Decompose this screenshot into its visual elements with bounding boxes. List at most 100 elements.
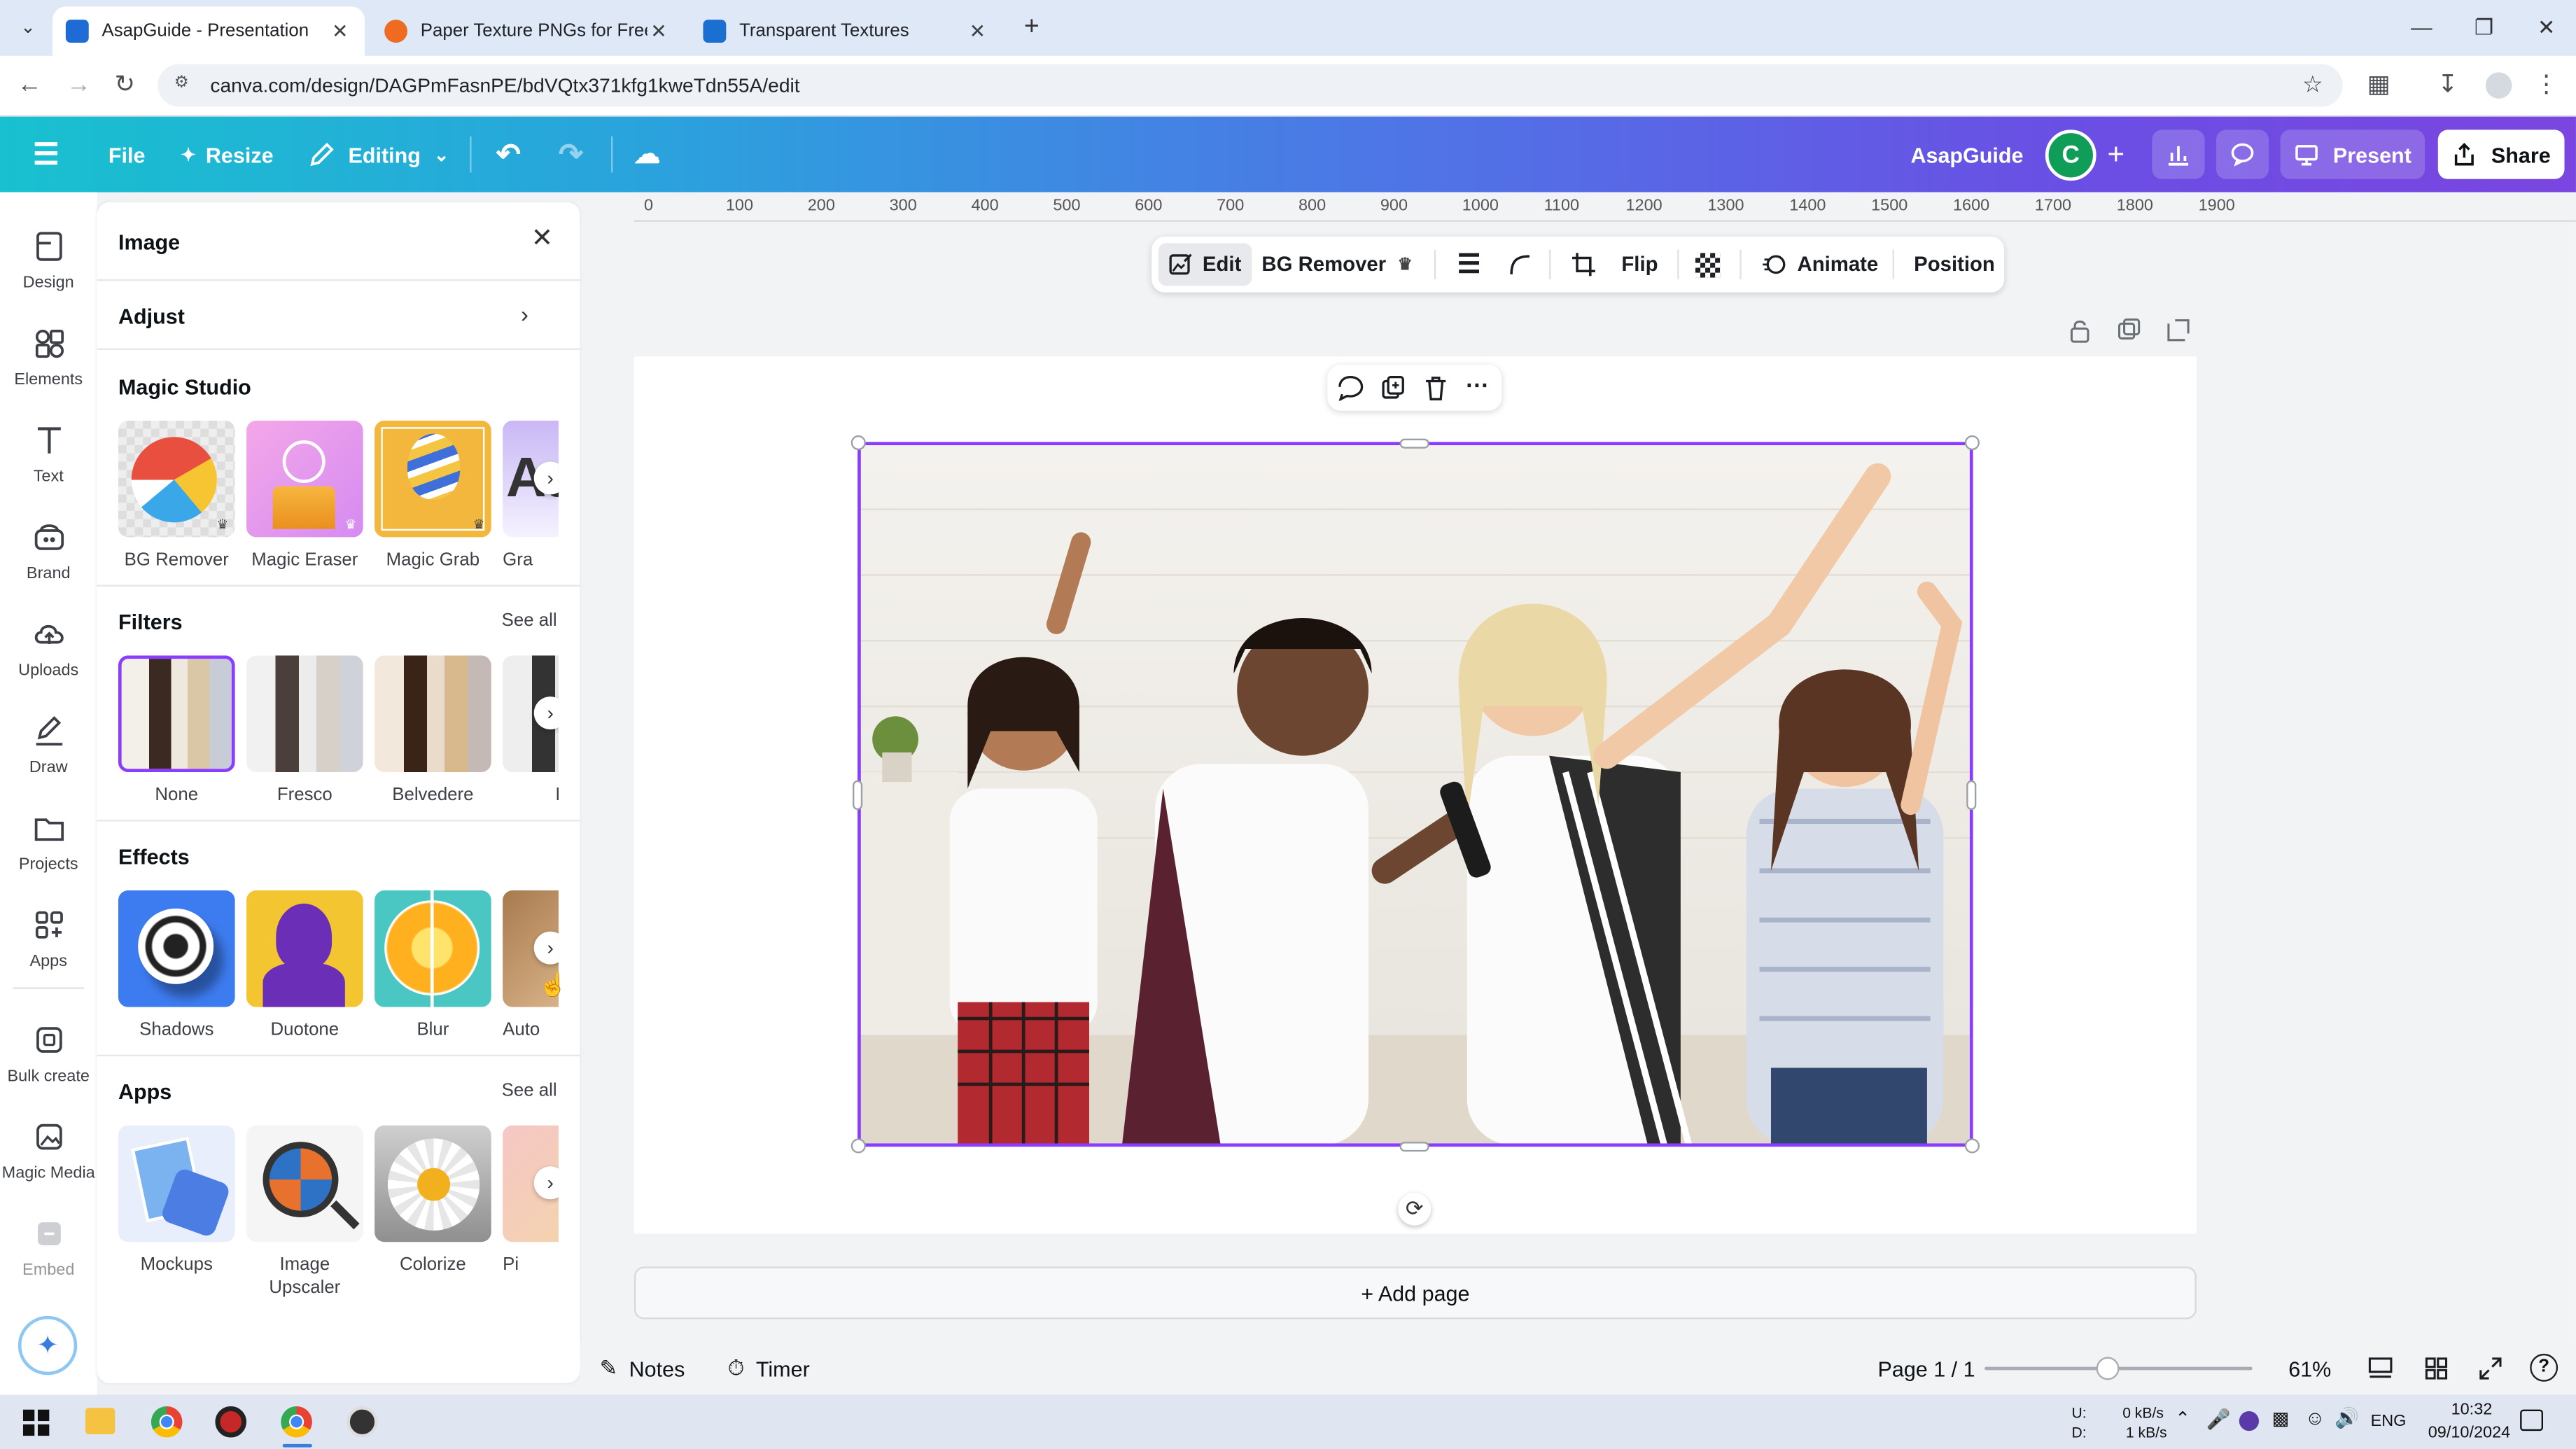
help-icon[interactable]: ? (2530, 1353, 2558, 1382)
animate-button[interactable]: Animate (1761, 237, 1878, 293)
effect-auto[interactable]: Auto (503, 890, 559, 1042)
crop-icon[interactable] (1571, 237, 1597, 293)
filter-belvedere[interactable]: Belvedere (374, 655, 491, 806)
close-panel-icon[interactable]: ✕ (527, 225, 556, 255)
extensions-icon[interactable]: ▦ (2362, 69, 2395, 102)
magic-assistant-button[interactable]: ✦ (18, 1315, 78, 1376)
filter-next[interactable]: F (503, 655, 559, 806)
border-style-icon[interactable]: ☰ (1457, 237, 1481, 293)
site-info-icon[interactable]: ⚙ (174, 74, 197, 97)
clock-time[interactable]: 10:32 (2451, 1401, 2493, 1420)
new-tab-button[interactable]: + (1015, 11, 1048, 44)
tool-bg-remover[interactable]: ♛ BG Remover (118, 420, 235, 572)
flip-button[interactable]: Flip (1621, 237, 1658, 293)
rail-item-projects[interactable]: Projects (0, 804, 97, 895)
comments-button[interactable] (2216, 130, 2269, 179)
rail-item-uploads[interactable]: Uploads (0, 610, 97, 701)
chrome-active-icon[interactable] (281, 1406, 312, 1438)
close-tab-icon[interactable]: ✕ (966, 20, 989, 43)
avatar[interactable]: C (2045, 130, 2096, 181)
resize-handle-top-left[interactable] (850, 435, 866, 451)
cloud-saved-icon[interactable]: ☁ (634, 117, 661, 192)
chrome-icon[interactable] (150, 1406, 183, 1438)
reload-icon[interactable]: ↻ (108, 69, 141, 102)
rail-item-text[interactable]: Text (0, 416, 97, 507)
rail-item-design[interactable]: Design (0, 222, 97, 314)
resize-handle-left[interactable] (853, 780, 863, 811)
lock-page-icon[interactable] (2066, 317, 2093, 344)
resize-handle-top[interactable] (1399, 438, 1429, 449)
rail-item-brand[interactable]: Brand (0, 512, 97, 604)
more-options-icon[interactable]: ⋯ (1465, 371, 1488, 399)
rail-item-apps[interactable]: Apps (0, 900, 97, 992)
effect-shadows[interactable]: Shadows (118, 890, 235, 1042)
file-menu[interactable]: File (108, 117, 146, 192)
app-image-upscaler[interactable]: Image Upscaler (246, 1125, 363, 1300)
timer-button[interactable]: ⏱ Timer (728, 1342, 810, 1394)
rail-item-embed[interactable]: Embed (0, 1209, 97, 1301)
downloads-icon[interactable]: ↧ (2431, 69, 2464, 102)
rail-item-elements[interactable]: Elements (0, 318, 97, 410)
resize-handle-right[interactable] (1966, 780, 1977, 811)
add-page-button[interactable]: + Add page (634, 1266, 2197, 1320)
browser-menu-icon[interactable]: ⋮ (2530, 69, 2563, 102)
app-mockups[interactable]: Mockups (118, 1125, 235, 1277)
microphone-icon[interactable]: 🎤 (2206, 1408, 2231, 1431)
browser-tab-asapguide[interactable]: AsapGuide - Presentation ✕ (52, 6, 365, 56)
app-colorize[interactable]: Colorize (374, 1125, 491, 1277)
resize-handle-top-right[interactable] (1964, 435, 1980, 451)
edit-image-button[interactable]: Edit (1158, 243, 1252, 286)
wifi-icon[interactable]: ☺ (2305, 1406, 2325, 1429)
main-menu-icon[interactable]: ☰ (33, 117, 59, 192)
trash-icon[interactable] (1422, 374, 1449, 401)
profile-avatar[interactable] (2485, 72, 2512, 99)
tool-magic-grab[interactable]: ♛ Magic Grab (374, 420, 491, 572)
resize-handle-bottom-right[interactable] (1964, 1138, 1980, 1154)
clock-date[interactable]: 09/10/2024 (2428, 1424, 2510, 1443)
bookmark-star-icon[interactable]: ☆ (2302, 71, 2323, 99)
insights-button[interactable] (2152, 130, 2205, 179)
close-window-button[interactable]: ✕ (2514, 10, 2576, 46)
zoom-level[interactable]: 61% (2288, 1342, 2331, 1394)
browser-tab-paper-texture[interactable]: Paper Texture PNGs for Free Do ✕ (371, 6, 683, 55)
rotate-handle-icon[interactable]: ⟳ (1398, 1192, 1432, 1226)
grid-view-icon[interactable] (2423, 1355, 2450, 1382)
effect-duotone[interactable]: Duotone (246, 890, 363, 1042)
duplicate-icon[interactable] (1380, 374, 1406, 401)
add-page-icon[interactable] (2165, 317, 2192, 344)
rail-item-draw[interactable]: Draw (0, 706, 97, 798)
close-tab-icon[interactable]: ✕ (648, 20, 671, 43)
windows-start-icon[interactable] (22, 1409, 50, 1436)
present-button[interactable]: Present (2280, 130, 2426, 179)
forward-icon[interactable]: → (62, 69, 95, 102)
restore-window-button[interactable]: ❐ (2451, 10, 2517, 46)
position-button[interactable]: Position (1914, 237, 1995, 293)
transparency-icon[interactable] (1695, 237, 1721, 293)
rail-item-bulk-create[interactable]: Bulk create (0, 1015, 97, 1107)
comment-add-icon[interactable] (1337, 374, 1364, 401)
minimize-window-button[interactable]: — (2388, 10, 2454, 46)
browser-tab-transparent-textures[interactable]: Transparent Textures ✕ (690, 6, 1002, 55)
tray-printer-icon[interactable]: ▩ (2272, 1408, 2289, 1429)
tray-app-icon[interactable] (2239, 1410, 2259, 1432)
url-field[interactable]: ⚙ canva.com/design/DAGPmFasnPE/bdVQtx371… (158, 64, 2343, 107)
resize-button[interactable]: ✦ Resize (181, 117, 273, 192)
apps-see-all-link[interactable]: See all (502, 1081, 557, 1100)
file-explorer-icon[interactable] (85, 1408, 115, 1434)
bg-remover-button[interactable]: BG Remover ♛ (1261, 237, 1412, 293)
corner-rounding-icon[interactable] (1506, 237, 1533, 293)
notifications-icon[interactable] (2520, 1409, 2544, 1432)
filters-see-all-link[interactable]: See all (502, 611, 557, 631)
filter-none[interactable]: None (118, 655, 235, 806)
undo-icon[interactable]: ↶ (496, 117, 521, 192)
volume-icon[interactable]: 🔊 (2334, 1406, 2359, 1429)
filter-fresco[interactable]: Fresco (246, 655, 363, 806)
page-counter[interactable]: Page 1 / 1 (1878, 1342, 1975, 1394)
tab-list-button[interactable]: ⌄ (13, 13, 43, 43)
duplicate-page-icon[interactable] (2116, 317, 2143, 344)
team-name[interactable]: AsapGuide (1910, 117, 2023, 192)
language-indicator[interactable]: ENG (2371, 1413, 2407, 1431)
fullscreen-icon[interactable] (2477, 1355, 2504, 1382)
resize-handle-bottom-left[interactable] (850, 1138, 866, 1154)
redo-icon[interactable]: ↷ (559, 117, 583, 192)
